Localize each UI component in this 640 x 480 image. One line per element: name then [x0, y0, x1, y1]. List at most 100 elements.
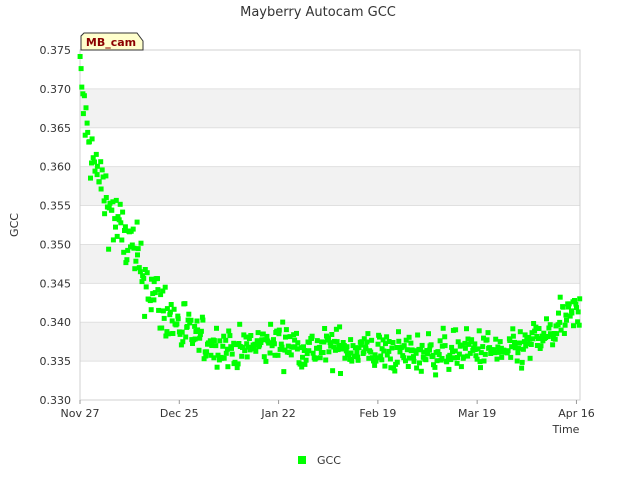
gcc-point [382, 363, 388, 369]
gcc-point [198, 328, 204, 334]
x-tick-label: Jan 22 [260, 407, 295, 420]
x-tick-label: Nov 27 [61, 407, 100, 420]
gcc-point [229, 351, 235, 357]
grid-band [80, 166, 580, 206]
gcc-point [514, 358, 520, 364]
gcc-point [338, 371, 343, 376]
gcc-point [476, 328, 482, 334]
gcc-point [161, 315, 167, 321]
gcc-point [392, 368, 398, 374]
gcc-point [113, 224, 118, 230]
gcc-point [562, 322, 568, 328]
gcc-point [309, 333, 315, 339]
gcc-point [99, 167, 105, 173]
gcc-point [170, 331, 176, 336]
x-axis-ticks: Nov 27 Dec 25 Jan 22 Feb 19 Mar 19 Apr 16 [61, 400, 595, 420]
gcc-point [516, 345, 522, 351]
gcc-point [130, 226, 136, 232]
gcc-point [497, 339, 503, 345]
gcc-point [464, 326, 469, 332]
gcc-point [433, 372, 439, 378]
gcc-point [396, 329, 401, 335]
gcc-point [442, 334, 448, 340]
gcc-point [119, 237, 125, 243]
gcc-point [159, 325, 165, 331]
gcc-point [387, 356, 393, 362]
gcc-point [221, 355, 227, 361]
gcc-point [109, 207, 115, 213]
gcc-point [313, 355, 319, 361]
gcc-point [330, 368, 336, 374]
gcc-point [574, 305, 579, 311]
gcc-point [519, 359, 525, 365]
gcc-point [85, 129, 91, 135]
x-tick-label: Mar 19 [458, 407, 496, 420]
gcc-point [561, 331, 567, 336]
gcc-point [510, 333, 516, 339]
gcc-point [253, 348, 259, 354]
gcc-point [171, 306, 177, 312]
gcc-point [556, 310, 561, 316]
gcc-point [264, 333, 270, 339]
gcc-point [379, 357, 385, 363]
gcc-point [417, 360, 422, 366]
gcc-point [310, 350, 316, 356]
gcc-point [528, 342, 534, 347]
gcc-point [442, 343, 448, 349]
y-tick-label: 0.360 [40, 161, 72, 174]
gcc-point [348, 337, 354, 343]
gcc-point [117, 201, 123, 207]
gcc-point [320, 350, 326, 355]
gcc-point [261, 354, 267, 360]
gcc-point [103, 195, 109, 200]
gcc-point [268, 321, 274, 327]
gcc-point [79, 84, 85, 90]
gcc-point [182, 301, 188, 307]
gcc-point [134, 219, 140, 225]
gcc-point [329, 332, 335, 337]
gcc-point [484, 337, 490, 343]
y-tick-label: 0.345 [40, 277, 72, 290]
gcc-point [237, 321, 243, 327]
y-tick-label: 0.340 [40, 316, 72, 329]
gcc-point [418, 368, 424, 374]
gcc-point [220, 343, 226, 349]
gcc-point [192, 336, 198, 342]
grid-band [80, 127, 580, 167]
legend-label: GCC [317, 454, 341, 467]
gcc-point [550, 342, 556, 348]
gcc-point [375, 341, 381, 347]
gcc-point [499, 354, 505, 360]
legend-swatch [298, 456, 306, 464]
gcc-point [94, 163, 100, 169]
gcc-point [354, 349, 360, 355]
gcc-point [446, 366, 452, 372]
gcc-point [180, 339, 186, 345]
gcc-point [141, 275, 147, 281]
gcc-point [96, 179, 102, 185]
gcc-point [481, 358, 487, 364]
gcc-point [317, 355, 323, 361]
gcc-point [517, 329, 523, 335]
gcc-point [103, 173, 109, 179]
gcc-point [369, 337, 375, 343]
gcc-point [114, 233, 120, 239]
gcc-point [280, 319, 286, 325]
gcc-point [344, 344, 350, 350]
gcc-point [494, 356, 500, 362]
gcc-point [263, 358, 269, 364]
gcc-point [437, 338, 443, 344]
gcc-point [426, 331, 431, 337]
gcc-point [175, 316, 181, 322]
gcc-point [288, 352, 294, 358]
gcc-point [255, 330, 261, 336]
gcc-point [81, 93, 87, 99]
y-tick-label: 0.370 [40, 83, 72, 96]
gcc-point [507, 338, 513, 343]
gcc-point [155, 287, 161, 293]
gcc-point [560, 304, 566, 310]
gcc-point [575, 309, 581, 315]
grid-band [80, 205, 580, 245]
gcc-point [453, 327, 459, 333]
gcc-point [138, 240, 144, 246]
